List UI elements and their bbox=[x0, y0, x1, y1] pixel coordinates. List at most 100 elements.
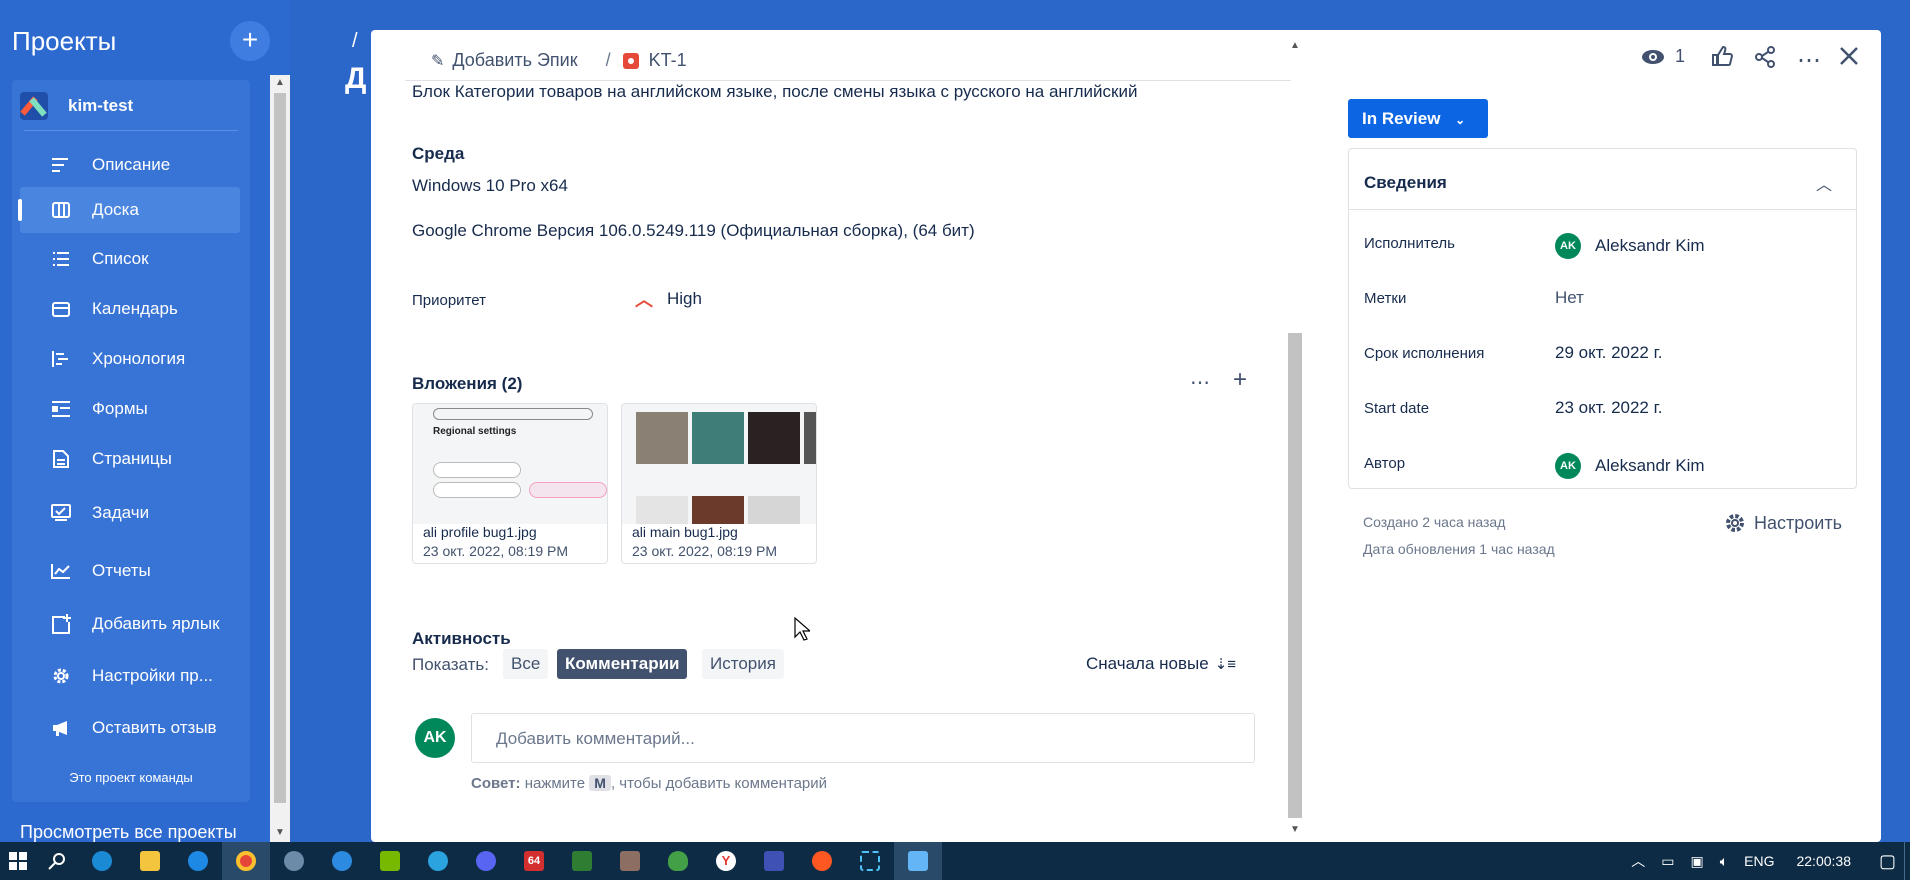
assignee-field[interactable]: AK Aleksandr Kim bbox=[1555, 233, 1705, 259]
attachment-date: 23 окт. 2022, 08:19 PM bbox=[423, 543, 569, 559]
project-header[interactable]: kim-test bbox=[20, 92, 133, 120]
thumb-product bbox=[748, 412, 800, 464]
add-epic-link[interactable]: Добавить Эпик bbox=[452, 50, 577, 71]
share-icon bbox=[1755, 46, 1775, 68]
scrollbar-thumb[interactable] bbox=[1288, 333, 1302, 818]
more-icon[interactable]: ⋯ bbox=[1190, 370, 1210, 395]
sidebar-item-pages[interactable]: Страницы bbox=[20, 436, 240, 482]
like-button[interactable] bbox=[1711, 46, 1733, 66]
thumb-product bbox=[636, 496, 688, 524]
configure-label: Настроить bbox=[1754, 512, 1842, 533]
clock[interactable]: 22:00:38 bbox=[1796, 853, 1851, 869]
close-button[interactable] bbox=[1839, 46, 1859, 66]
sidebar-item-board[interactable]: Доска bbox=[18, 187, 240, 233]
add-project-button[interactable]: + bbox=[230, 21, 270, 61]
sort-icon: ⇣≡ bbox=[1214, 656, 1237, 673]
watch-button[interactable]: 1 bbox=[1641, 46, 1685, 67]
attachment-card[interactable]: Regional settings ali profile bug1.jpg 2… bbox=[412, 403, 608, 564]
detail-value[interactable]: 23 окт. 2022 г. bbox=[1555, 398, 1662, 418]
bug-icon bbox=[622, 52, 639, 69]
shortcut-key: M bbox=[589, 775, 611, 791]
comment-input[interactable]: Добавить комментарий... bbox=[471, 713, 1255, 763]
scroll-up-icon[interactable]: ▲ bbox=[275, 77, 285, 88]
filter-history[interactable]: История bbox=[702, 649, 784, 679]
project-logo-icon bbox=[20, 92, 48, 120]
add-attachment-button[interactable]: + bbox=[1233, 366, 1247, 394]
yandex-browser-icon[interactable]: Y bbox=[702, 842, 750, 880]
shield-icon[interactable] bbox=[654, 842, 702, 880]
filter-comments[interactable]: Комментарии bbox=[557, 649, 688, 679]
attachment-date: 23 окт. 2022, 08:19 PM bbox=[632, 543, 778, 559]
search-icon[interactable] bbox=[36, 842, 78, 880]
detail-row-assignee: Исполнитель AK Aleksandr Kim bbox=[1364, 229, 1844, 259]
more-actions-button[interactable]: ⋯ bbox=[1797, 46, 1821, 75]
jetbrains-icon[interactable] bbox=[750, 842, 798, 880]
chevron-up-icon[interactable]: ︿ bbox=[1631, 851, 1645, 871]
sidebar-item-feedback[interactable]: Оставить отзыв bbox=[20, 705, 240, 751]
app-icon[interactable] bbox=[558, 842, 606, 880]
sidebar-scrollbar[interactable]: ▲ ▼ bbox=[270, 75, 290, 842]
priority-high-icon: ︿ bbox=[635, 290, 653, 310]
scroll-down-icon[interactable]: ▼ bbox=[275, 827, 285, 838]
divider bbox=[24, 130, 238, 131]
description-icon bbox=[50, 154, 72, 176]
thumbs-up-icon bbox=[1712, 46, 1733, 66]
attachment-card[interactable]: ali main bug1.jpg 23 окт. 2022, 08:19 PM bbox=[621, 403, 817, 564]
app-icon[interactable] bbox=[606, 842, 654, 880]
sidebar-item-add-shortcut[interactable]: Добавить ярлык bbox=[20, 601, 240, 647]
network-icon[interactable]: ▣ bbox=[1691, 853, 1704, 870]
app-icon[interactable] bbox=[318, 842, 366, 880]
priority-field[interactable]: ︿ High bbox=[635, 286, 702, 312]
app-icon[interactable] bbox=[174, 842, 222, 880]
sidebar-item-tasks[interactable]: Задачи bbox=[20, 490, 240, 536]
sidebar-item-list[interactable]: Список bbox=[20, 236, 240, 282]
snipping-tool-icon[interactable] bbox=[846, 842, 894, 880]
board-icon bbox=[50, 199, 72, 221]
watch-count: 1 bbox=[1675, 46, 1686, 66]
reporter-field[interactable]: AK Aleksandr Kim bbox=[1555, 453, 1705, 479]
chevron-up-icon[interactable]: ︿ bbox=[1816, 171, 1832, 195]
content-scrollbar[interactable]: ▲ ▼ bbox=[1286, 40, 1304, 840]
megaphone-icon bbox=[50, 717, 72, 739]
issue-key-link[interactable]: KT-1 bbox=[649, 50, 687, 71]
avatar: AK bbox=[1555, 453, 1581, 479]
created-text: Создано 2 часа назад bbox=[1363, 514, 1506, 530]
sidebar-item-calendar[interactable]: Календарь bbox=[20, 286, 240, 332]
telegram-icon[interactable] bbox=[414, 842, 462, 880]
nvidia-icon[interactable] bbox=[366, 842, 414, 880]
volume-icon[interactable]: 🔈︎ bbox=[1720, 853, 1728, 870]
detail-key: Исполнитель bbox=[1364, 235, 1455, 252]
battery-icon[interactable]: ▭ bbox=[1661, 853, 1674, 870]
scroll-down-icon[interactable]: ▼ bbox=[1290, 824, 1300, 835]
scroll-up-icon[interactable]: ▲ bbox=[1290, 40, 1300, 51]
steam-icon[interactable] bbox=[270, 842, 318, 880]
app-icon[interactable] bbox=[798, 842, 846, 880]
sort-toggle[interactable]: Сначала новые ⇣≡ bbox=[1086, 654, 1236, 674]
comment-tip: Совет: нажмите M, чтобы добавить коммент… bbox=[471, 775, 827, 792]
scrollbar-thumb[interactable] bbox=[274, 93, 286, 803]
edge-icon[interactable] bbox=[78, 842, 126, 880]
thumb-product bbox=[804, 412, 816, 464]
configure-button[interactable]: Настроить bbox=[1724, 512, 1842, 534]
app-64-icon[interactable]: 64 bbox=[510, 842, 558, 880]
sidebar-item-project-settings[interactable]: Настройки пр... bbox=[20, 653, 240, 699]
language-indicator[interactable]: ENG bbox=[1744, 853, 1774, 869]
detail-value[interactable]: Нет bbox=[1555, 288, 1584, 308]
show-desktop-button[interactable] bbox=[1904, 842, 1910, 880]
chrome-icon[interactable] bbox=[222, 842, 270, 880]
windows-start-icon[interactable] bbox=[0, 842, 36, 880]
sidebar-item-forms[interactable]: Формы bbox=[20, 386, 240, 432]
filter-all[interactable]: Все bbox=[503, 649, 549, 679]
detail-value[interactable]: 29 окт. 2022 г. bbox=[1555, 343, 1662, 363]
share-button[interactable] bbox=[1754, 46, 1776, 68]
notifications-icon[interactable]: ▢ bbox=[1879, 851, 1896, 872]
app-icon[interactable] bbox=[894, 842, 942, 880]
sidebar-item-timeline[interactable]: Хронология bbox=[20, 336, 240, 382]
file-explorer-icon[interactable] bbox=[126, 842, 174, 880]
sidebar-item-description[interactable]: Описание bbox=[20, 142, 240, 188]
view-all-projects-link[interactable]: Просмотреть все проекты bbox=[20, 822, 237, 843]
status-dropdown[interactable]: In Review ⌄ bbox=[1348, 99, 1488, 138]
detail-row-labels: Метки Нет bbox=[1364, 284, 1844, 314]
sidebar-item-reports[interactable]: Отчеты bbox=[20, 548, 240, 594]
discord-icon[interactable] bbox=[462, 842, 510, 880]
